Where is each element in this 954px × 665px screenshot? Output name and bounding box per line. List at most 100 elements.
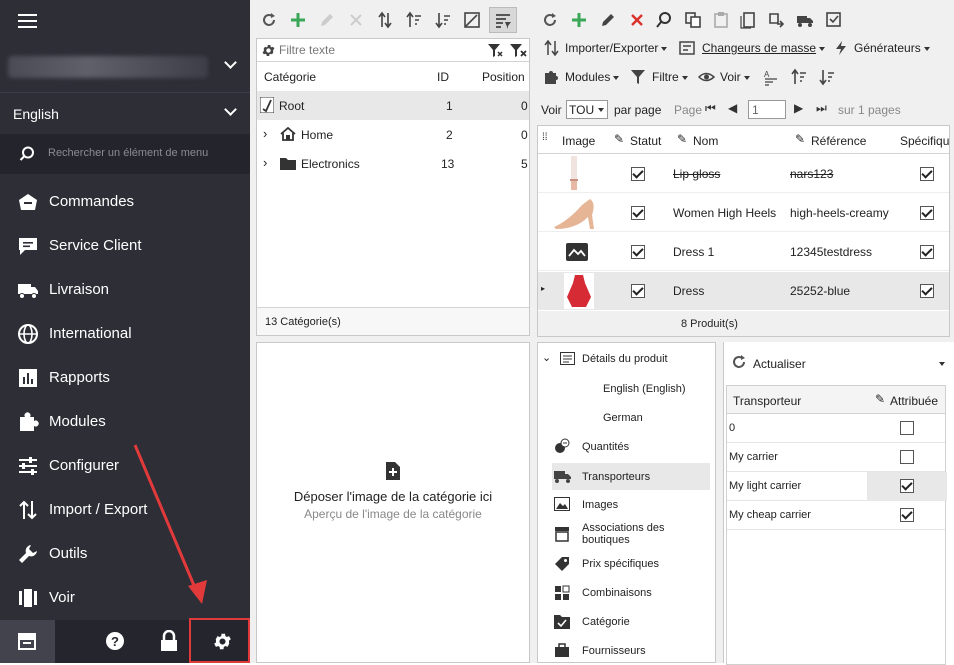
carrier-row[interactable]: My cheap carrier <box>727 501 945 530</box>
column-header-reference[interactable]: Référence <box>811 134 866 148</box>
page-input[interactable]: 1 <box>748 100 786 119</box>
import-export-menu[interactable]: Importer/Exporter <box>565 41 668 55</box>
sidebar-item-commandes[interactable]: Commandes <box>0 180 250 224</box>
carrier-row[interactable]: My carrier <box>727 443 945 472</box>
assigned-checkbox[interactable] <box>900 508 914 522</box>
sidebar-item-outils[interactable]: Outils <box>0 532 250 576</box>
tree-item-german[interactable]: German <box>603 412 643 424</box>
category-filter[interactable]: Filtre texte <box>257 39 529 62</box>
details-header[interactable]: ⌄ Détails du produit <box>538 349 715 371</box>
add-icon[interactable] <box>570 11 588 29</box>
column-header-id[interactable]: ID <box>437 70 449 84</box>
carrier-row[interactable]: My light carrier <box>727 472 947 501</box>
filter-toggle-button[interactable] <box>489 7 517 33</box>
checklist-icon[interactable] <box>825 11 843 29</box>
status-checkbox[interactable] <box>631 284 645 298</box>
category-image-dropzone[interactable]: Déposer l'image de la catégorie ici Aper… <box>256 342 530 663</box>
product-row[interactable]: Lip gloss nars123 <box>538 155 949 193</box>
tree-item-english[interactable]: English (English) <box>603 383 686 395</box>
refresh-icon[interactable] <box>541 11 559 29</box>
generators-menu[interactable]: Générateurs <box>854 41 930 55</box>
language-selector[interactable]: English <box>0 92 250 132</box>
sidebar-item-voir[interactable]: Voir <box>0 576 250 620</box>
shop-selector[interactable] <box>0 44 250 90</box>
bulk-changers-menu[interactable]: Changeurs de masse <box>702 41 826 55</box>
category-row[interactable]: › Home 2 0 <box>257 120 529 149</box>
status-checkbox[interactable] <box>631 245 645 259</box>
sidebar-item-modules[interactable]: Modules <box>0 400 250 444</box>
category-row[interactable]: Root 1 0 <box>257 91 529 120</box>
hamburger-menu-icon[interactable] <box>18 14 37 28</box>
sidebar-item-import-export[interactable]: Import / Export <box>0 488 250 532</box>
tree-item-category[interactable]: Catégorie <box>552 611 712 635</box>
per-page-select[interactable]: TOU <box>566 100 608 119</box>
tree-item-specific-prices[interactable]: Prix spécifiques <box>552 553 712 577</box>
column-header-position[interactable]: Position <box>482 70 525 84</box>
sidebar-item-service-client[interactable]: Service Client <box>0 224 250 268</box>
product-row[interactable]: Dress 1 12345testdress <box>538 233 949 271</box>
specific-checkbox[interactable] <box>920 167 934 181</box>
delete-icon[interactable] <box>628 11 646 29</box>
column-header-carrier[interactable]: Transporteur <box>733 394 801 408</box>
specific-checkbox[interactable] <box>920 245 934 259</box>
sidebar-item-rapports[interactable]: Rapports <box>0 356 250 400</box>
status-checkbox[interactable] <box>631 206 645 220</box>
refresh-button[interactable]: Actualiser <box>724 350 954 376</box>
drag-handle-icon[interactable]: ⁞⁞ <box>542 132 548 143</box>
sort-up-icon[interactable] <box>790 68 806 86</box>
prev-page-icon[interactable]: ◀ <box>728 101 737 115</box>
edit-icon[interactable] <box>599 11 617 29</box>
tree-item-carriers[interactable]: Transporteurs <box>552 463 710 490</box>
sidebar-item-international[interactable]: International <box>0 312 250 356</box>
view-menu[interactable]: Voir <box>720 70 750 84</box>
filter-menu[interactable]: Filtre <box>652 70 688 84</box>
tree-item-shop-associations[interactable]: Associations des boutiques <box>552 521 712 549</box>
carrier-row[interactable]: 0 <box>727 414 945 443</box>
store-button[interactable] <box>0 620 55 663</box>
tree-item-images[interactable]: Images <box>552 494 712 518</box>
expand-arrow-icon[interactable]: › <box>263 126 267 141</box>
sort-down-icon[interactable] <box>818 68 834 86</box>
expand-arrow-icon[interactable]: › <box>263 155 267 170</box>
column-header-assigned[interactable]: Attribuée <box>890 394 938 408</box>
move-category-icon[interactable] <box>768 11 786 29</box>
assigned-checkbox[interactable] <box>900 450 914 464</box>
column-header-category[interactable]: Catégorie <box>264 70 316 84</box>
product-row[interactable]: ▸ Dress 25252-blue <box>538 272 949 310</box>
specific-checkbox[interactable] <box>920 206 934 220</box>
filter-clear-icon[interactable] <box>487 43 503 58</box>
assigned-checkbox[interactable] <box>900 421 914 435</box>
column-header-specific[interactable]: Spécifiqu <box>900 134 949 148</box>
truck-icon[interactable] <box>796 11 814 29</box>
tree-item-suppliers[interactable]: Fournisseurs <box>552 640 712 662</box>
first-page-icon[interactable]: ⏮ <box>705 101 716 116</box>
tree-item-quantities[interactable]: Quantités <box>552 435 712 459</box>
sidebar-item-livraison[interactable]: Livraison <box>0 268 250 312</box>
dropdown-arrow-icon[interactable] <box>939 362 945 366</box>
delete-icon[interactable] <box>347 11 365 29</box>
column-header-status[interactable]: Statut <box>630 134 661 148</box>
move-icon[interactable] <box>376 11 394 29</box>
menu-search[interactable]: Rechercher un élément de menu <box>0 134 250 174</box>
image-edit-icon[interactable] <box>463 11 481 29</box>
category-row[interactable]: › Electronics 13 5 <box>257 149 529 178</box>
paste-icon[interactable] <box>712 11 730 29</box>
product-row[interactable]: Women High Heels high-heels-creamy <box>538 194 949 232</box>
sort-up-icon[interactable] <box>405 11 423 29</box>
sort-alpha-icon[interactable]: A <box>763 68 779 86</box>
collapse-arrow-icon[interactable]: ⌄ <box>542 351 551 364</box>
column-header-name[interactable]: Nom <box>693 134 718 148</box>
tree-item-combinations[interactable]: Combinaisons <box>552 582 712 606</box>
status-checkbox[interactable] <box>631 167 645 181</box>
add-icon[interactable] <box>289 11 307 29</box>
duplicate-icon[interactable] <box>740 11 758 29</box>
sidebar-item-configurer[interactable]: Configurer <box>0 444 250 488</box>
help-icon[interactable]: ? <box>105 631 125 651</box>
filter-remove-icon[interactable] <box>509 43 527 58</box>
search-icon[interactable] <box>655 11 673 29</box>
column-header-image[interactable]: Image <box>562 134 595 148</box>
refresh-icon[interactable] <box>260 11 278 29</box>
assigned-checkbox[interactable] <box>900 479 914 493</box>
modules-menu[interactable]: Modules <box>565 70 620 84</box>
next-page-icon[interactable]: ▶ <box>794 101 803 115</box>
